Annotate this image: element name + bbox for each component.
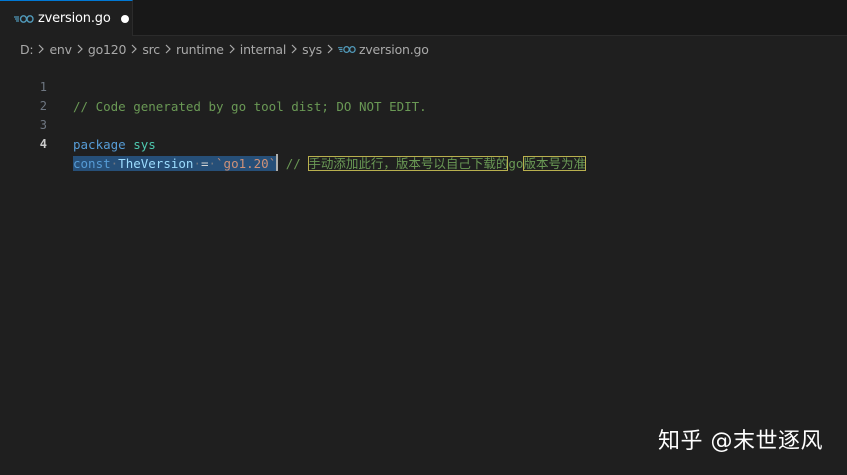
keyword-token: const <box>73 156 111 171</box>
string-token: `go1.20` <box>216 156 277 171</box>
code-content: package sys <box>73 135 156 154</box>
code-line-active[interactable]: 4 const·TheVersion·=·`go1.20` // 手动添加此行，… <box>0 116 847 171</box>
chevron-right-icon <box>227 44 237 54</box>
breadcrumb-item-env[interactable]: env <box>49 42 72 57</box>
annotation-note-part2: 版本号为准 <box>523 156 586 171</box>
chevron-right-icon <box>36 44 46 54</box>
breadcrumb-file-label: zversion.go <box>359 41 429 57</box>
chevron-right-icon <box>289 44 299 54</box>
line-number-active: 4 <box>39 137 47 151</box>
tab-label: zversion.go <box>38 11 111 26</box>
code-content: const·TheVersion·=·`go1.20` // 手动添加此行，版本… <box>73 154 586 173</box>
text-cursor <box>276 154 279 171</box>
chevron-right-icon <box>325 44 335 54</box>
editor-tab-bar: zversion.go <box>0 0 847 36</box>
tab-zversion-go[interactable]: zversion.go <box>0 0 133 36</box>
chevron-right-icon <box>75 44 85 54</box>
identifier-token: TheVersion <box>118 156 194 171</box>
comment-prefix: // <box>285 156 301 171</box>
chevron-right-icon <box>163 44 173 54</box>
breadcrumb-item-sys[interactable]: sys <box>302 42 322 57</box>
unsaved-dot-icon[interactable] <box>120 14 129 23</box>
operator-token: = <box>200 156 209 171</box>
whitespace-dot: · <box>208 156 217 171</box>
annotation-note-go: go <box>508 156 524 171</box>
code-line[interactable]: 2 <box>0 78 847 113</box>
breadcrumb-item-go120[interactable]: go120 <box>88 42 127 57</box>
breadcrumb-item-internal[interactable]: internal <box>240 42 287 57</box>
keyword-token: package <box>73 137 126 152</box>
breadcrumb: D: env go120 src runtime internal sys zv… <box>20 40 429 58</box>
breadcrumb-item-file[interactable]: zversion.go <box>338 42 429 57</box>
code-line[interactable]: 1 // Code generated by go tool dist; DO … <box>0 59 847 114</box>
watermark: 知乎 @末世逐风 <box>658 429 823 454</box>
code-editor[interactable]: 1 // Code generated by go tool dist; DO … <box>0 59 847 171</box>
code-line[interactable]: 3 package sys <box>0 97 847 152</box>
package-name-token: sys <box>133 137 156 152</box>
breadcrumb-item-src[interactable]: src <box>142 42 160 57</box>
go-file-icon <box>14 14 34 23</box>
go-file-icon <box>338 45 356 53</box>
breadcrumb-item-runtime[interactable]: runtime <box>176 42 224 57</box>
annotation-note-part1: 手动添加此行，版本号以自己下载的 <box>308 156 509 171</box>
selection-highlight: const·TheVersion·=·`go1.20` <box>73 156 277 171</box>
whitespace-dot: · <box>193 156 201 171</box>
breadcrumb-item-drive[interactable]: D: <box>20 42 34 57</box>
chevron-right-icon <box>129 44 139 54</box>
